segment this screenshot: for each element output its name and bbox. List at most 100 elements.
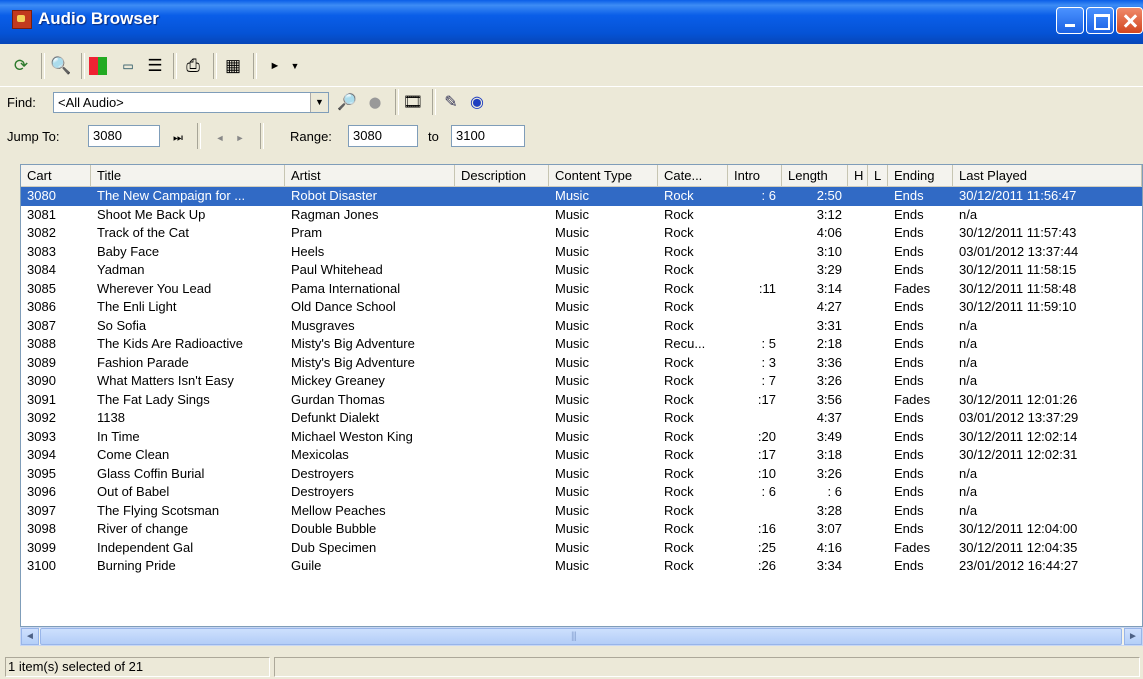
cell-title: Glass Coffin Burial — [97, 465, 205, 481]
list-icon[interactable]: ☰ — [143, 54, 167, 78]
maximize-button[interactable] — [1086, 7, 1114, 34]
table-row[interactable]: 3088 The Kids Are Radioactive Misty's Big … — [21, 335, 1142, 354]
jump-to-input[interactable]: 3080 — [88, 125, 160, 147]
toolbar-separator — [395, 89, 399, 115]
next-icon[interactable]: ► — [228, 126, 252, 150]
minimize-button[interactable] — [1056, 7, 1084, 34]
calculator-icon[interactable]: ▦ — [221, 54, 245, 78]
edit-wand-icon[interactable]: ✎ — [440, 92, 462, 114]
table-row[interactable]: 3089 Fashion Parade Misty's Big Adventure M… — [21, 354, 1142, 373]
column-last-played[interactable]: Last Played — [953, 165, 1142, 186]
cell-last: n/a — [959, 465, 978, 481]
cell-category: Rock — [664, 502, 694, 518]
table-row[interactable]: 3084 Yadman Paul Whitehead Music Rock 3:29 End… — [21, 261, 1142, 280]
table-row[interactable]: 3100 Burning Pride Guile Music Rock:26 3:34 En… — [21, 557, 1142, 576]
cell-cart: 3086 — [27, 299, 56, 314]
cell-last: n/a — [959, 336, 978, 351]
column-ending[interactable]: Ending — [888, 165, 953, 186]
find-combo[interactable]: <All Audio> ▼ — [53, 92, 329, 113]
toolbar-separator — [197, 123, 201, 149]
search-icon[interactable]: 🔍 — [49, 54, 73, 78]
cell-length: 3:18 — [816, 447, 842, 462]
cell-ending: Ends — [894, 502, 924, 518]
cell-last: 03/01/2012 13:37:44 — [959, 243, 1079, 259]
range-from-input[interactable]: 3080 — [348, 125, 418, 147]
table-row[interactable]: 3091 The Fat Lady Sings Gurdan Thomas Music… — [21, 391, 1142, 410]
column-artist[interactable]: Artist — [285, 165, 455, 186]
scroll-left-icon[interactable]: ◄ — [21, 628, 39, 645]
cell-length: 3:12 — [816, 206, 842, 222]
table-row[interactable]: 3095 Glass Coffin Burial Destroyers Music Ro… — [21, 465, 1142, 484]
column-category[interactable]: Cate... — [658, 165, 728, 186]
stop-icon[interactable]: ⬤ — [364, 92, 386, 114]
title-bar[interactable]: Audio Browser — [0, 0, 1143, 44]
audio-list[interactable]: Cart Title Artist Description Content Ty… — [20, 164, 1143, 627]
jump-go-icon[interactable]: ⏭ — [166, 126, 190, 150]
scroll-right-icon[interactable]: ► — [1124, 628, 1142, 645]
cell-ending: Ends — [894, 262, 924, 277]
table-row[interactable]: 3092 1138 Defunkt Dialekt Music Rock 4:37 Ends… — [21, 409, 1142, 428]
column-content-type[interactable]: Content Type — [549, 165, 658, 186]
cell-type: Music — [555, 188, 589, 203]
toolbar-separator — [173, 53, 177, 79]
table-row[interactable]: 3086 The Enli Light Old Dance School Music R… — [21, 298, 1142, 317]
cell-category: Rock — [664, 225, 694, 240]
horizontal-scrollbar[interactable]: ◄ ► — [20, 627, 1143, 646]
cell-title: What Matters Isn't Easy — [97, 373, 234, 388]
column-length[interactable]: Length — [782, 165, 848, 186]
cell-category: Rock — [664, 354, 694, 370]
table-row[interactable]: 3085 Wherever You Lead Pama International M… — [21, 280, 1142, 299]
cell-last: 30/12/2011 12:01:26 — [959, 391, 1078, 407]
find-row: Find: <All Audio> ▼ 🔎 ⬤ 🎞 ✎ ◉ — [0, 86, 1143, 120]
cell-cart: 3095 — [27, 465, 56, 481]
cell-length: 3:36 — [816, 354, 842, 370]
target-icon[interactable]: ◉ — [466, 92, 488, 114]
cell-title: Come Clean — [97, 447, 170, 462]
cell-intro: :16 — [757, 521, 776, 536]
table-row[interactable]: 3096 Out of Babel Destroyers Music Rock: 6: … — [21, 483, 1142, 502]
dropdown-arrow-icon[interactable]: ▼ — [283, 54, 307, 78]
column-intro[interactable]: Intro — [728, 165, 782, 186]
cell-ending: Fades — [894, 391, 931, 407]
range-to-input[interactable]: 3100 — [451, 125, 525, 147]
cell-intro: :17 — [757, 391, 776, 407]
table-row[interactable]: 3098 River of change Double Bubble Music Roc… — [21, 520, 1142, 539]
window-title: Audio Browser — [38, 9, 159, 28]
table-row[interactable]: 3080 The New Campaign for ... Robot Disast… — [21, 187, 1142, 206]
close-button[interactable] — [1116, 7, 1143, 34]
cell-title: Independent Gal — [97, 539, 194, 555]
chevron-down-icon[interactable]: ▼ — [310, 93, 328, 112]
table-row[interactable]: 3094 Come Clean Mexicolas Music Rock:17 3:18 E… — [21, 446, 1142, 465]
cell-artist: Destroyers — [291, 465, 354, 481]
table-row[interactable]: 3083 Baby Face Heels Music Rock 3:10 Ends 03/01… — [21, 243, 1142, 262]
cell-length: 4:27 — [816, 299, 842, 314]
table-row[interactable]: 3082 Track of the Cat Pram Music Rock 4:06 End… — [21, 224, 1142, 243]
table-row[interactable]: 3093 In Time Michael Weston King Music Rock:… — [21, 428, 1142, 447]
column-cart[interactable]: Cart — [21, 165, 91, 186]
print-icon[interactable]: ⎙ — [181, 54, 205, 78]
table-row[interactable]: 3090 What Matters Isn't Easy Mickey Greane… — [21, 372, 1142, 391]
tape-icon[interactable]: ▭ — [116, 54, 140, 78]
table-row[interactable]: 3087 So Sofia Musgraves Music Rock 3:31 Ends n/… — [21, 317, 1142, 336]
cell-title: Yadman — [97, 262, 145, 277]
cell-ending: Ends — [894, 558, 924, 573]
cell-category: Rock — [664, 243, 694, 259]
film-icon[interactable]: 🎞 — [402, 92, 424, 114]
column-title[interactable]: Title — [91, 165, 285, 186]
cell-cart: 3097 — [27, 502, 56, 518]
color-grid-icon[interactable] — [89, 57, 107, 75]
column-h[interactable]: H — [848, 165, 868, 186]
cell-intro: :10 — [757, 465, 776, 481]
scroll-thumb[interactable] — [40, 628, 1122, 645]
column-l[interactable]: L — [868, 165, 888, 186]
cell-cart: 3090 — [27, 373, 56, 388]
column-description[interactable]: Description — [455, 165, 549, 186]
refresh-icon[interactable]: ⟳ — [9, 54, 33, 78]
table-row[interactable]: 3099 Independent Gal Dub Specimen Music Rock… — [21, 539, 1142, 558]
table-row[interactable]: 3097 The Flying Scotsman Mellow Peaches Mus… — [21, 502, 1142, 521]
cell-category: Rock — [664, 373, 694, 388]
cell-category: Rock — [664, 188, 694, 203]
cell-last: n/a — [959, 317, 978, 333]
table-row[interactable]: 3081 Shoot Me Back Up Ragman Jones Music Roc… — [21, 206, 1142, 225]
search-folder-icon[interactable]: 🔎 — [336, 92, 358, 114]
